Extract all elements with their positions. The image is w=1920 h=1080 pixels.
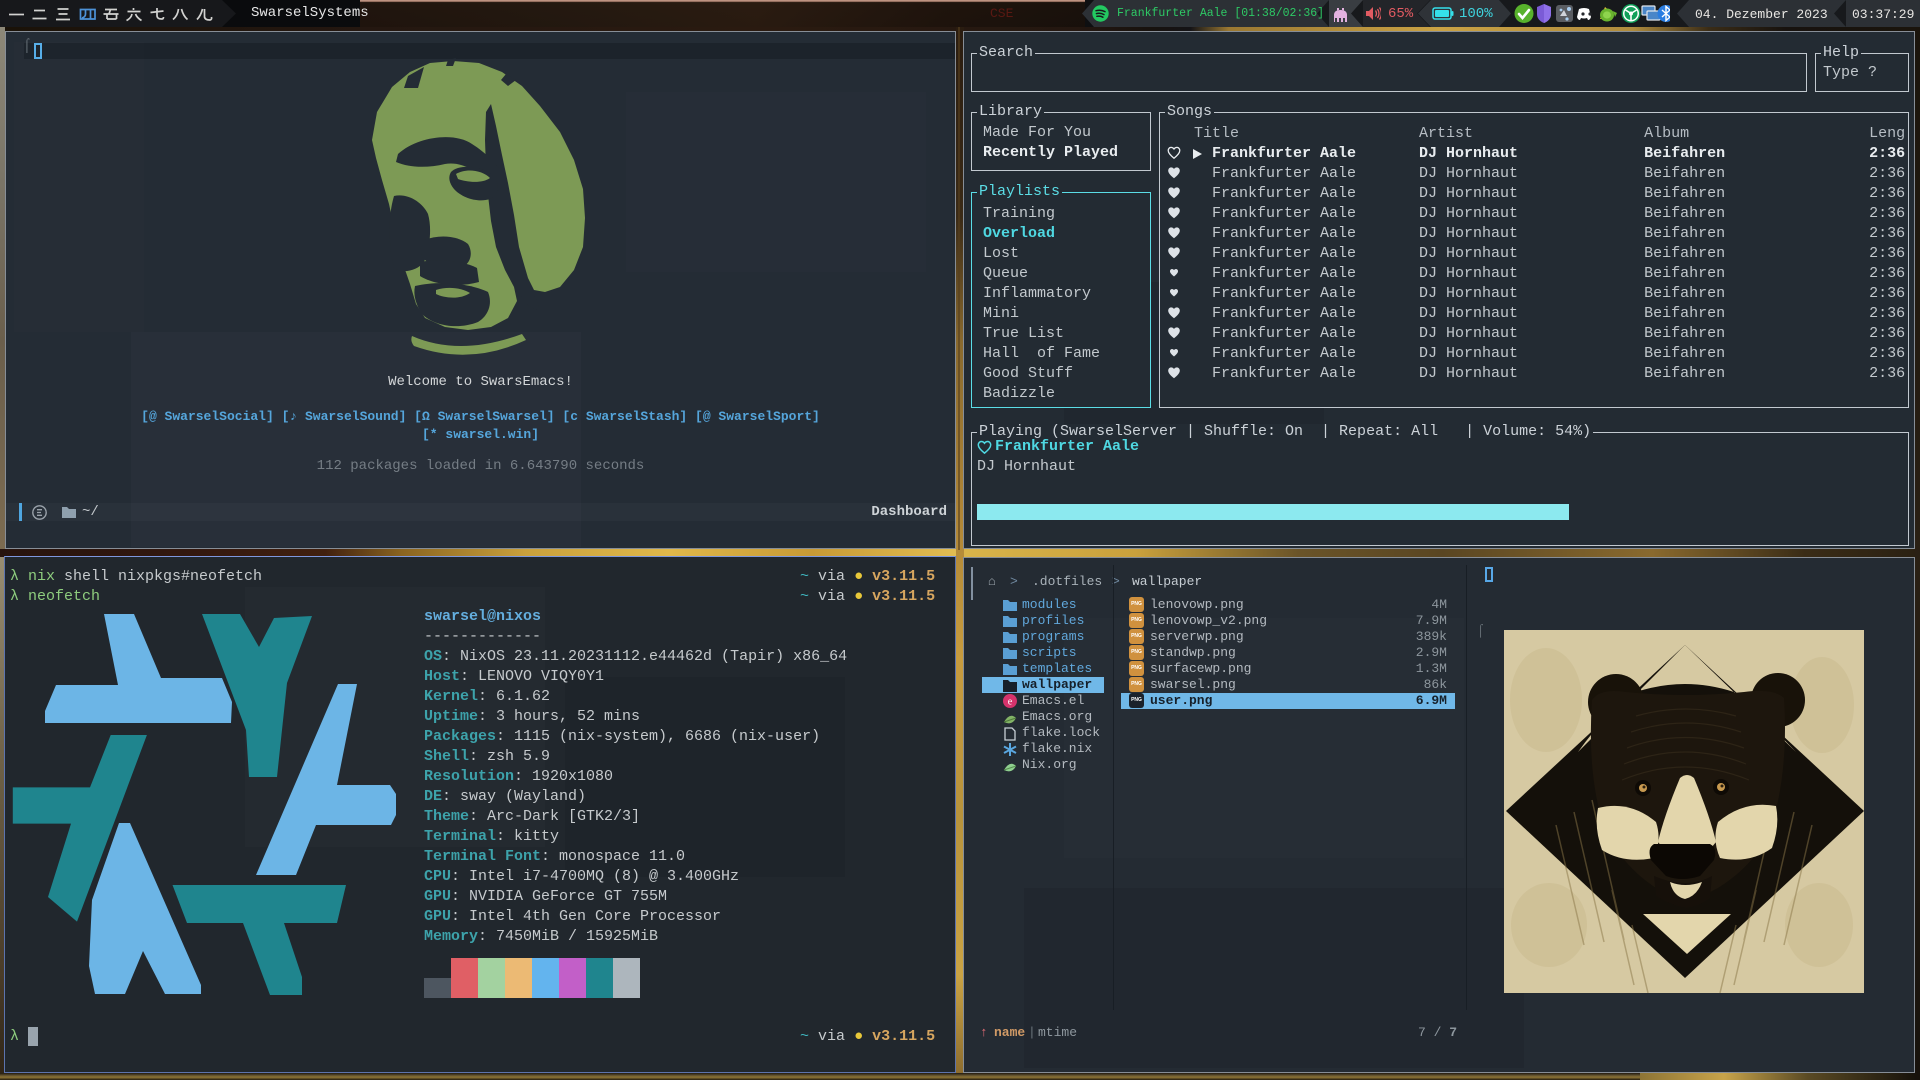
svg-text:e: e [1008,697,1013,708]
